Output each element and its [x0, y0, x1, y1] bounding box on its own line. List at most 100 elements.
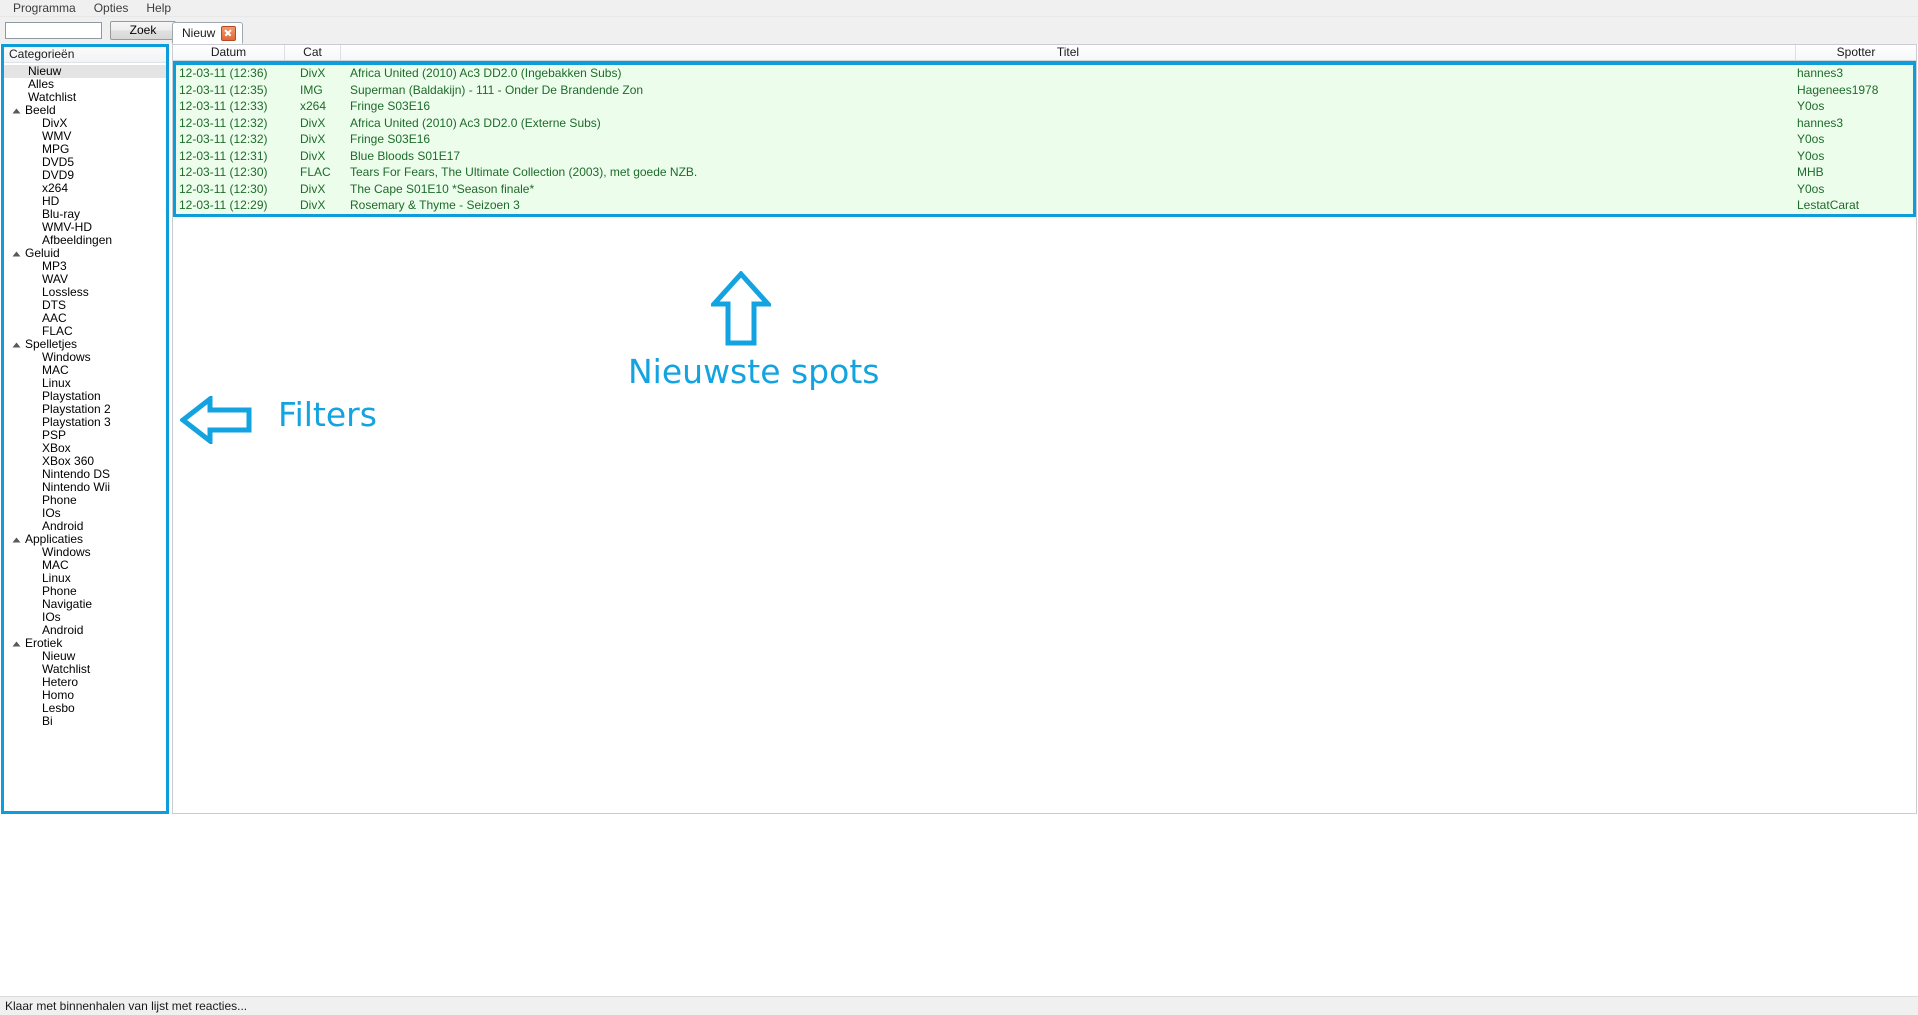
cell-titel: Africa United (2010) Ac3 DD2.0 (Ingebakk…	[350, 66, 622, 81]
sidebar-item-lesbo[interactable]: Lesbo	[4, 702, 166, 715]
sidebar-item-homo[interactable]: Homo	[4, 689, 166, 702]
sidebar-item-watchlist[interactable]: Watchlist	[4, 663, 166, 676]
cell-datum: 12-03-11 (12:31)	[179, 148, 268, 163]
cell-titel: Superman (Baldakijn) - 111 - Onder De Br…	[350, 82, 644, 97]
expander-icon[interactable]	[12, 342, 21, 347]
sidebar-item-phone[interactable]: Phone	[4, 494, 166, 507]
categories-header: Categorieën	[4, 47, 166, 63]
sidebar-item-playstation-3[interactable]: Playstation 3	[4, 416, 166, 429]
sidebar-item-bi[interactable]: Bi	[4, 715, 166, 728]
cell-datum: 12-03-11 (12:36)	[179, 66, 268, 81]
cell-spotter: Y0os	[1797, 181, 1825, 196]
sidebar-item-dvd5[interactable]: DVD5	[4, 156, 166, 169]
cell-titel: Fringe S03E16	[350, 132, 431, 147]
sidebar-item-mac[interactable]: MAC	[4, 559, 166, 572]
cell-cat: FLAC	[300, 165, 331, 180]
column-header-titel[interactable]: Titel	[341, 45, 1796, 60]
sidebar-item-windows[interactable]: Windows	[4, 351, 166, 364]
cell-cat: IMG	[300, 82, 323, 97]
arrow-up-icon	[711, 271, 771, 346]
sidebar-item-erotiek[interactable]: Erotiek	[4, 637, 166, 650]
sidebar-item-geluid[interactable]: Geluid	[4, 247, 166, 260]
column-header-datum[interactable]: Datum	[173, 45, 285, 60]
cell-spotter: Y0os	[1797, 148, 1825, 163]
sidebar-item-label: Bi	[42, 714, 53, 728]
sidebar-item-mac[interactable]: MAC	[4, 364, 166, 377]
search-button[interactable]: Zoek	[110, 21, 176, 40]
table-row[interactable]: 12-03-11 (12:29) DivX Rosemary & Thyme - S…	[176, 197, 1913, 214]
sidebar-item-wmv[interactable]: WMV	[4, 130, 166, 143]
table-row[interactable]: 12-03-11 (12:32) DivX Africa United (2010)…	[176, 115, 1913, 132]
cell-titel: Rosemary & Thyme - Seizoen 3	[350, 198, 520, 213]
sidebar-item-ios[interactable]: IOs	[4, 611, 166, 624]
table-row[interactable]: 12-03-11 (12:30) DivX The Cape S01E10 *Sea…	[176, 181, 1913, 198]
table-row[interactable]: 12-03-11 (12:31) DivX Blue Bloods S01E17 Y0…	[176, 148, 1913, 165]
main-content: Categorieën Nieuw Alles Watchlist Beeld DivX…	[0, 44, 1918, 1015]
spots-rows: 12-03-11 (12:36) DivX Africa United (2010)…	[173, 61, 1916, 217]
expander-icon[interactable]	[12, 251, 21, 256]
sidebar-item-divx[interactable]: DivX	[4, 117, 166, 130]
expander-icon[interactable]	[12, 108, 21, 113]
cell-spotter: MHB	[1797, 165, 1824, 180]
tab-nieuw[interactable]: Nieuw	[172, 22, 244, 44]
cell-datum: 12-03-11 (12:29)	[179, 198, 268, 213]
cell-datum: 12-03-11 (12:35)	[179, 82, 268, 97]
table-row[interactable]: 12-03-11 (12:33) x264 Fringe S03E16 Y0os	[176, 98, 1913, 115]
sidebar-item-mp3[interactable]: MP3	[4, 260, 166, 273]
sidebar-item-ios[interactable]: IOs	[4, 507, 166, 520]
cell-spotter: Hagenees1978	[1797, 82, 1879, 97]
sidebar-item-hd[interactable]: HD	[4, 195, 166, 208]
table-row[interactable]: 12-03-11 (12:35) IMG Superman (Baldakijn) …	[176, 82, 1913, 99]
cell-spotter: hannes3	[1797, 115, 1844, 130]
menu-item-opties[interactable]: Opties	[85, 0, 138, 16]
cell-spotter: Y0os	[1797, 99, 1825, 114]
sidebar-item-linux[interactable]: Linux	[4, 572, 166, 585]
cell-cat: DivX	[300, 115, 326, 130]
categories-tree[interactable]: Nieuw Alles Watchlist Beeld DivX WMV MPG DVD5 DV…	[4, 63, 166, 728]
cell-titel: The Cape S01E10 *Season finale*	[350, 181, 535, 196]
search-area: Zoek	[0, 17, 176, 40]
cell-spotter: Y0os	[1797, 132, 1825, 147]
sidebar-item-dvd9[interactable]: DVD9	[4, 169, 166, 182]
cell-datum: 12-03-11 (12:33)	[179, 99, 268, 114]
arrow-left-icon	[180, 396, 252, 444]
table-row[interactable]: 12-03-11 (12:36) DivX Africa United (2010)…	[176, 65, 1913, 82]
menu-bar: Programma Opties Help	[0, 0, 1918, 17]
sidebar-item-navigatie[interactable]: Navigatie	[4, 598, 166, 611]
sidebar-item-x264[interactable]: x264	[4, 182, 166, 195]
sidebar-item-lossless[interactable]: Lossless	[4, 286, 166, 299]
sidebar-item-psp[interactable]: PSP	[4, 429, 166, 442]
annotation-newest-spots: Nieuwste spots	[628, 352, 880, 391]
sidebar-item-beeld[interactable]: Beeld	[4, 104, 166, 117]
cell-datum: 12-03-11 (12:32)	[179, 115, 268, 130]
categories-panel: Categorieën Nieuw Alles Watchlist Beeld DivX…	[1, 44, 169, 814]
column-header-spotter[interactable]: Spotter	[1796, 45, 1916, 60]
search-input[interactable]	[5, 22, 102, 39]
cell-cat: x264	[300, 99, 327, 114]
table-row[interactable]: 12-03-11 (12:30) FLAC Tears For Fears, The…	[176, 164, 1913, 181]
spots-list-panel: Datum Cat Titel Spotter 12-03-11 (12:36)…	[172, 44, 1917, 814]
sidebar-item-nintendo-wii[interactable]: Nintendo Wii	[4, 481, 166, 494]
sidebar-item-dts[interactable]: DTS	[4, 299, 166, 312]
expander-icon[interactable]	[12, 537, 21, 542]
close-icon[interactable]	[221, 25, 237, 41]
sidebar-item-windows[interactable]: Windows	[4, 546, 166, 559]
table-row[interactable]: 12-03-11 (12:32) DivX Fringe S03E16 Y0os	[176, 131, 1913, 148]
cell-cat: DivX	[300, 148, 326, 163]
menu-item-help[interactable]: Help	[137, 0, 180, 16]
sidebar-item-aac[interactable]: AAC	[4, 312, 166, 325]
cell-cat: DivX	[300, 66, 326, 81]
expander-icon[interactable]	[12, 641, 21, 646]
menu-item-programma[interactable]: Programma	[4, 0, 85, 16]
cell-datum: 12-03-11 (12:32)	[179, 132, 268, 147]
tab-strip: Nieuw	[172, 20, 244, 44]
sidebar-item-mpg[interactable]: MPG	[4, 143, 166, 156]
column-header-cat[interactable]: Cat	[285, 45, 341, 60]
toolbar: Zoek Nieuw	[0, 17, 1918, 44]
sidebar-item-hetero[interactable]: Hetero	[4, 676, 166, 689]
status-bar: Klaar met binnenhalen van lijst met reac…	[0, 996, 1918, 1015]
cell-cat: DivX	[300, 198, 326, 213]
annotation-filters: Filters	[278, 395, 377, 434]
cell-spotter: hannes3	[1797, 66, 1844, 81]
cell-cat: DivX	[300, 181, 326, 196]
